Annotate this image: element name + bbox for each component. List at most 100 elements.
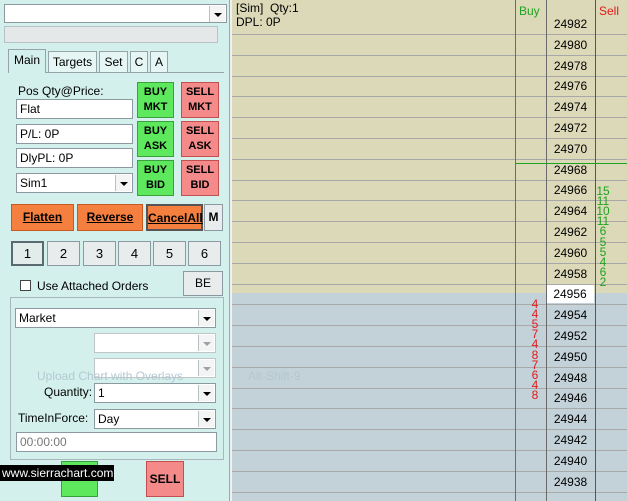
use-attached-orders-label: Use Attached Orders <box>37 279 149 293</box>
ladder-header-dpl: DPL: 0P <box>236 15 281 29</box>
tab-targets[interactable]: Targets <box>48 51 97 72</box>
qty-preset-5[interactable]: 5 <box>153 241 186 266</box>
tab-set[interactable]: Set <box>99 51 128 72</box>
be-button[interactable]: BE <box>183 271 223 296</box>
shortcut-watermark: Alt-Shift-9 <box>248 369 301 383</box>
price1-dropdown <box>94 333 216 353</box>
chevron-down-icon <box>198 335 214 351</box>
pl-field: P/L: 0P <box>16 124 133 144</box>
price-cell[interactable]: 24980 <box>547 38 594 52</box>
ladder-row-line <box>232 221 627 223</box>
qty-preset-4[interactable]: 4 <box>118 241 151 266</box>
ladder-row-line <box>232 179 627 181</box>
ladder-row-line <box>232 366 627 368</box>
ladder-row-line <box>232 34 627 35</box>
price-cell[interactable]: 24954 <box>547 309 594 322</box>
ask-size: 2 <box>599 274 607 289</box>
flatten-button[interactable]: Flatten <box>11 204 74 231</box>
m-button[interactable]: M <box>204 204 223 231</box>
ladder-row-line <box>232 346 627 347</box>
price-cell[interactable]: 24968 <box>547 163 594 177</box>
quantity-dropdown[interactable]: 1 <box>94 383 216 403</box>
ladder-row-line <box>232 387 627 389</box>
ladder-row-line <box>232 262 627 264</box>
price-cell[interactable]: 24942 <box>547 434 594 447</box>
price-cell[interactable]: 24952 <box>547 330 594 343</box>
quantity-value: 1 <box>98 386 105 400</box>
qty-preset-3[interactable]: 3 <box>83 241 116 266</box>
price-column-line <box>546 0 547 501</box>
chevron-down-icon[interactable] <box>115 175 131 191</box>
reverse-button[interactable]: Reverse <box>77 204 143 231</box>
time-field[interactable]: 00:00:00 <box>16 432 217 452</box>
buy-bid-button[interactable]: BUY BID <box>137 160 174 196</box>
ladder-row-line <box>232 304 627 306</box>
price-cell[interactable]: 24970 <box>547 142 594 156</box>
qty-preset-1[interactable]: 1 <box>11 241 44 266</box>
inside-market-line <box>515 163 627 164</box>
account-dropdown[interactable]: Sim1 <box>16 173 133 193</box>
sell-ask-button[interactable]: SELL ASK <box>181 121 219 157</box>
ladder-row-line <box>232 242 627 243</box>
tab-a[interactable]: A <box>150 51 168 72</box>
site-badge: www.sierrachart.com <box>0 465 114 481</box>
buy-ask-button[interactable]: BUY ASK <box>137 121 174 157</box>
price-cell[interactable]: 24950 <box>547 350 594 364</box>
price-cell[interactable]: 24982 <box>547 18 594 31</box>
position-label: Pos Qty@Price: <box>18 84 104 98</box>
ladder-header-account: [Sim] Qty:1 <box>236 1 299 15</box>
chevron-down-icon[interactable] <box>198 385 214 401</box>
ladder-row-line <box>232 408 627 410</box>
buy-market-button[interactable]: BUY MKT <box>137 82 174 118</box>
sell-bid-button[interactable]: SELL BID <box>181 160 219 196</box>
bid-size: 8 <box>531 387 539 402</box>
cancel-all-button[interactable]: CancelAll <box>146 204 203 231</box>
price-cell[interactable]: 24944 <box>547 413 594 426</box>
trade-window: Main Targets Set C A Pos Qty@Price: Flat… <box>0 0 229 501</box>
tab-main[interactable]: Main <box>8 49 46 73</box>
position-field: Flat <box>16 99 133 119</box>
order-type-value: Market <box>19 311 56 325</box>
tab-c[interactable]: C <box>130 51 148 72</box>
sell-market-button[interactable]: SELL MKT <box>181 82 219 118</box>
ladder-row-line <box>232 470 627 472</box>
price-cell[interactable]: 24962 <box>547 226 594 239</box>
daily-pl-field: DlyPL: 0P <box>16 148 133 168</box>
chevron-down-icon[interactable] <box>198 411 214 427</box>
time-in-force-label: TimeInForce: <box>18 411 89 425</box>
price-cell[interactable]: 24966 <box>547 184 594 197</box>
time-in-force-value: Day <box>98 412 120 426</box>
ladder-row-line <box>232 325 627 327</box>
symbol-info-bar <box>4 26 218 43</box>
quantity-label: Quantity: <box>44 385 93 399</box>
order-type-dropdown[interactable]: Market <box>15 308 216 328</box>
price-cell[interactable]: 24948 <box>547 371 594 385</box>
current-price-cell[interactable]: 24956 <box>546 285 594 304</box>
buy-column-header: Buy <box>519 4 540 18</box>
chevron-down-icon[interactable] <box>198 310 214 326</box>
chevron-down-icon[interactable] <box>209 6 225 22</box>
price-cell[interactable]: 24972 <box>547 122 594 135</box>
price-cell[interactable]: 24978 <box>547 59 594 73</box>
qty-preset-6[interactable]: 6 <box>188 241 221 266</box>
ladder-row-line <box>232 117 627 119</box>
sell-button[interactable]: SELL <box>146 461 184 497</box>
price-cell[interactable]: 24938 <box>547 475 594 489</box>
ladder-row-line <box>232 96 627 98</box>
ladder-row-line <box>232 200 627 202</box>
ladder-row-line <box>232 429 627 431</box>
price-cell[interactable]: 24976 <box>547 80 594 93</box>
price-cell[interactable]: 24958 <box>547 267 594 281</box>
price-cell[interactable]: 24964 <box>547 205 594 218</box>
qty-preset-2[interactable]: 2 <box>47 241 80 266</box>
symbol-dropdown[interactable] <box>4 4 227 23</box>
price-ladder: [Sim] Qty:1 DPL: 0P Buy Sell Alt-Shift-9… <box>232 0 627 501</box>
price-cell[interactable]: 24974 <box>547 101 594 114</box>
use-attached-orders-checkbox[interactable] <box>20 280 31 291</box>
price-cell[interactable]: 24960 <box>547 246 594 260</box>
account-value: Sim1 <box>20 176 48 190</box>
price-cell[interactable]: 24946 <box>547 392 594 405</box>
price-cell[interactable]: 24940 <box>547 454 594 468</box>
upload-overlay-watermark: Upload Chart with Overlays <box>37 369 184 383</box>
time-in-force-dropdown[interactable]: Day <box>94 409 216 429</box>
